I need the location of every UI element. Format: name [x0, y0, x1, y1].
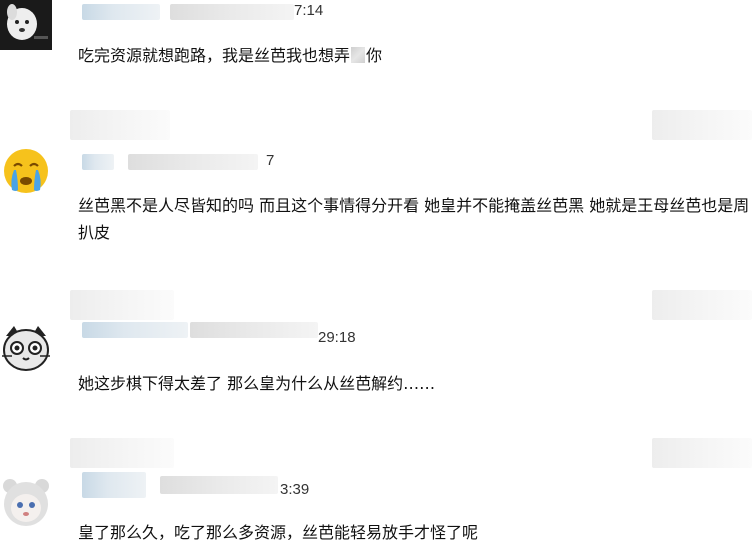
avatar[interactable]: [0, 0, 52, 50]
blurred-timestamp: [190, 322, 318, 338]
blurred-header-strip: [70, 438, 174, 468]
comment-text: 吃完资源就想跑路，我是丝芭我也想弄你: [78, 42, 740, 69]
comment-text: 皇了那么久，吃了那么多资源，丝芭能轻易放手才怪了呢: [78, 523, 479, 542]
blurred-header-strip: [652, 110, 752, 140]
blurred-timestamp: [128, 154, 258, 170]
avatar[interactable]: [0, 322, 52, 374]
comment-item: 3:39 皇了那么久，吃了那么多资源，丝芭能轻易放手才怪了呢: [0, 436, 752, 548]
dog-avatar-icon: [0, 0, 52, 50]
crying-emoji-icon: [0, 144, 52, 196]
comment-item: 29:18 她这步棋下得太差了 那么皇为什么从丝芭解约……: [0, 288, 752, 398]
comment-item: 7:14 吃完资源就想跑路，我是丝芭我也想弄你: [0, 0, 752, 90]
comment-time: 3:39: [280, 481, 310, 498]
comment-time: 29:18: [318, 329, 356, 346]
blurred-username[interactable]: [82, 322, 188, 338]
blurred-header-strip: [652, 438, 752, 468]
blurred-header-strip: [652, 290, 752, 320]
blurred-header-strip: [70, 110, 170, 140]
avatar[interactable]: [0, 144, 52, 196]
blurred-username[interactable]: [82, 4, 160, 20]
censored-mosaic: [351, 47, 366, 63]
blurred-username[interactable]: [82, 154, 114, 170]
comment-item: 7 丝芭黑不是人尽皆知的吗 而且这个事情得分开看 她皇并不能掩盖丝芭黑 她就是王…: [0, 104, 752, 264]
comment-time: 7: [266, 152, 275, 169]
blurred-header-strip: [70, 290, 174, 320]
comment-text-part: 你: [366, 46, 383, 65]
cat-avatar-icon: [0, 322, 52, 374]
avatar[interactable]: [0, 476, 52, 528]
comment-text: 她这步棋下得太差了 那么皇为什么从丝芭解约……: [78, 374, 436, 393]
blurred-timestamp: [170, 4, 294, 20]
comment-text: 丝芭黑不是人尽皆知的吗 而且这个事情得分开看 她皇并不能掩盖丝芭黑 她就是王母丝…: [78, 196, 750, 242]
blurred-timestamp: [160, 476, 278, 494]
blurred-username[interactable]: [82, 472, 146, 498]
comment-time: 7:14: [294, 2, 324, 19]
bear-hood-avatar-icon: [0, 476, 52, 528]
comment-text-part: 吃完资源就想跑路，我是丝芭我也想弄: [78, 46, 351, 65]
